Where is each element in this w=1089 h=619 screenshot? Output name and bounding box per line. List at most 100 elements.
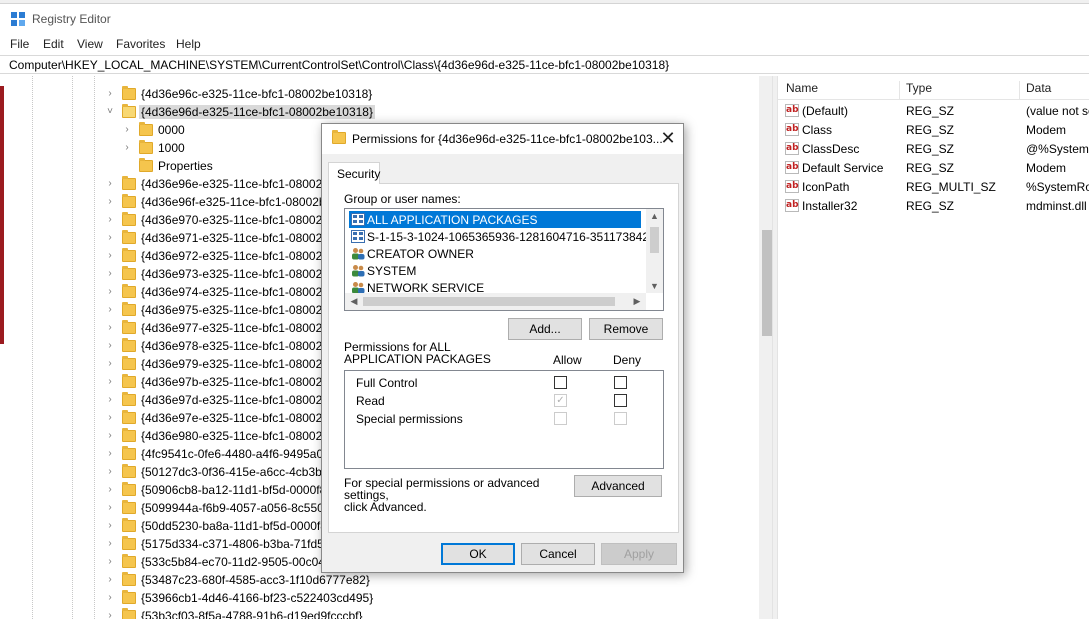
folder-icon <box>139 122 153 136</box>
chevron-right-icon[interactable]: › <box>105 447 115 461</box>
column-name[interactable]: Name <box>780 81 900 99</box>
tree-row-label[interactable]: 1000 <box>156 141 187 155</box>
tree-row-label[interactable]: {53487c23-680f-4585-acc3-1f10d6777e82} <box>139 573 372 587</box>
chevron-right-icon[interactable]: › <box>105 501 115 515</box>
user-name: CREATOR OWNER <box>367 247 474 261</box>
scroll-down-icon[interactable]: ▼ <box>646 279 663 293</box>
folder-icon <box>122 500 136 514</box>
chevron-right-icon[interactable]: › <box>105 609 115 619</box>
remove-button[interactable]: Remove <box>589 318 663 340</box>
chevron-right-icon[interactable]: › <box>105 87 115 101</box>
chevron-right-icon[interactable]: › <box>105 465 115 479</box>
scroll-right-icon[interactable]: ▶ <box>630 293 644 310</box>
chevron-right-icon[interactable]: › <box>105 195 115 209</box>
chevron-right-icon[interactable]: › <box>105 249 115 263</box>
user-list-item[interactable]: SYSTEM <box>349 262 641 279</box>
menu-view[interactable]: View <box>76 37 104 51</box>
value-type: REG_SZ <box>906 123 955 137</box>
chevron-right-icon[interactable]: › <box>105 375 115 389</box>
chevron-right-icon[interactable]: › <box>105 555 115 569</box>
chevron-right-icon[interactable]: › <box>105 573 115 587</box>
menu-edit[interactable]: Edit <box>42 37 65 51</box>
tree-row[interactable]: › {53966cb1-4d46-4166-bf23-c522403cd495} <box>4 589 764 607</box>
user-name: SYSTEM <box>367 264 417 278</box>
allow-checkbox[interactable] <box>554 376 567 389</box>
chevron-right-icon[interactable]: › <box>105 357 115 371</box>
address-bar[interactable]: Computer\HKEY_LOCAL_MACHINE\SYSTEM\Curre… <box>0 55 1089 74</box>
scroll-up-icon[interactable]: ▲ <box>646 209 663 223</box>
apply-button[interactable]: Apply <box>601 543 677 565</box>
user-list-vscroll[interactable]: ▲ ▼ <box>646 209 663 293</box>
value-row[interactable]: abClassDesc REG_SZ @%SystemRoot% <box>778 139 1089 158</box>
value-data: Modem <box>1026 161 1067 175</box>
menu-favorites[interactable]: Favorites <box>115 37 166 51</box>
permissions-list: Full Control Read ✓ Special permissions <box>344 370 664 469</box>
chevron-right-icon[interactable]: › <box>122 123 132 137</box>
chevron-right-icon[interactable]: › <box>105 231 115 245</box>
column-type[interactable]: Type <box>900 81 1020 99</box>
user-list-item[interactable]: S-1-15-3-1024-1065365936-1281604716-3511… <box>349 228 663 245</box>
deny-checkbox[interactable] <box>614 376 627 389</box>
values-list[interactable]: Name Type Data ab (Default) REG_SZ (value n… <box>778 76 1089 619</box>
tree-row-label[interactable]: {4d36e96c-e325-11ce-bfc1-08002be10318} <box>139 87 374 101</box>
chevron-right-icon[interactable]: › <box>105 393 115 407</box>
folder-icon <box>122 320 136 334</box>
menu-file[interactable]: File <box>9 37 30 51</box>
tree-row-label[interactable]: 0000 <box>156 123 187 137</box>
value-row[interactable]: ab Class REG_SZ Modem <box>778 120 1089 139</box>
chevron-right-icon[interactable]: › <box>105 213 115 227</box>
tree-scrollbar[interactable] <box>759 76 772 619</box>
user-list-hscroll[interactable]: ◀ ▶ <box>345 293 646 310</box>
chevron-right-icon[interactable]: › <box>105 519 115 533</box>
chevron-right-icon[interactable]: › <box>105 303 115 317</box>
add-button[interactable]: Add... <box>508 318 582 340</box>
tree-row-label[interactable]: {4d36e96d-e325-11ce-bfc1-08002be10318} <box>139 105 375 119</box>
user-list-hthumb[interactable] <box>363 297 615 306</box>
address-path[interactable]: Computer\HKEY_LOCAL_MACHINE\SYSTEM\Curre… <box>9 58 669 72</box>
value-name: Default Service <box>802 161 884 175</box>
value-row[interactable]: abIconPath REG_MULTI_SZ %SystemRoot% <box>778 177 1089 196</box>
chevron-right-icon[interactable]: › <box>105 591 115 605</box>
user-list[interactable]: ALL APPLICATION PACKAGES S-1-15-3-1024-10… <box>344 208 664 311</box>
special-permissions-text: For special permissions or advanced sett… <box>344 477 564 513</box>
scroll-left-icon[interactable]: ◀ <box>347 293 361 310</box>
user-list-item[interactable]: CREATOR OWNER <box>349 245 641 262</box>
chevron-right-icon[interactable]: › <box>105 483 115 497</box>
chevron-right-icon[interactable]: › <box>105 411 115 425</box>
chevron-right-icon[interactable]: › <box>105 321 115 335</box>
value-row[interactable]: ab Default Service REG_SZ Modem <box>778 158 1089 177</box>
tree-row-label[interactable]: {53966cb1-4d46-4166-bf23-c522403cd495} <box>139 591 375 605</box>
cancel-button[interactable]: Cancel <box>521 543 595 565</box>
menu-help[interactable]: Help <box>175 37 202 51</box>
tree-row-label[interactable]: Properties <box>156 159 215 173</box>
tab-security[interactable]: Security <box>328 162 380 184</box>
tree-row[interactable]: ˅ {4d36e96d-e325-11ce-bfc1-08002be10318} <box>4 103 764 121</box>
chevron-down-icon[interactable]: ˅ <box>105 105 115 119</box>
chevron-right-icon[interactable]: › <box>105 339 115 353</box>
folder-icon <box>139 140 153 154</box>
tree-scrollbar-thumb[interactable] <box>762 230 772 336</box>
tree-row-label[interactable]: {53b3cf03-8f5a-4788-91b6-d19ed9fcccbf} <box>139 609 365 619</box>
user-list-item[interactable]: ALL APPLICATION PACKAGES <box>349 211 641 228</box>
value-row[interactable]: ab(Default) REG_SZ (value not set) <box>778 101 1089 120</box>
deny-checkbox[interactable] <box>614 394 627 407</box>
group-names-label: Group or user names: <box>344 192 461 206</box>
close-icon[interactable]: ✕ <box>656 127 680 151</box>
chevron-right-icon[interactable]: › <box>105 537 115 551</box>
user-list-vthumb[interactable] <box>650 227 659 253</box>
special-text-line1: For special permissions or advanced sett… <box>344 476 540 502</box>
chevron-right-icon[interactable]: › <box>105 285 115 299</box>
chevron-right-icon[interactable]: › <box>122 141 132 155</box>
chevron-right-icon[interactable]: › <box>105 429 115 443</box>
chevron-right-icon[interactable]: › <box>105 267 115 281</box>
tree-row[interactable]: › {53487c23-680f-4585-acc3-1f10d6777e82} <box>4 571 764 589</box>
folder-icon <box>122 230 136 244</box>
column-data[interactable]: Data <box>1020 81 1089 99</box>
tree-row[interactable]: › {53b3cf03-8f5a-4788-91b6-d19ed9fcccbf} <box>4 607 764 619</box>
registry-editor-icon <box>11 12 25 26</box>
advanced-button[interactable]: Advanced <box>574 475 662 497</box>
value-row[interactable]: ab Installer32 REG_SZ mdminst.dll <box>778 196 1089 215</box>
ok-button[interactable]: OK <box>441 543 515 565</box>
tree-row[interactable]: › {4d36e96c-e325-11ce-bfc1-08002be10318} <box>4 85 764 103</box>
chevron-right-icon[interactable]: › <box>105 177 115 191</box>
